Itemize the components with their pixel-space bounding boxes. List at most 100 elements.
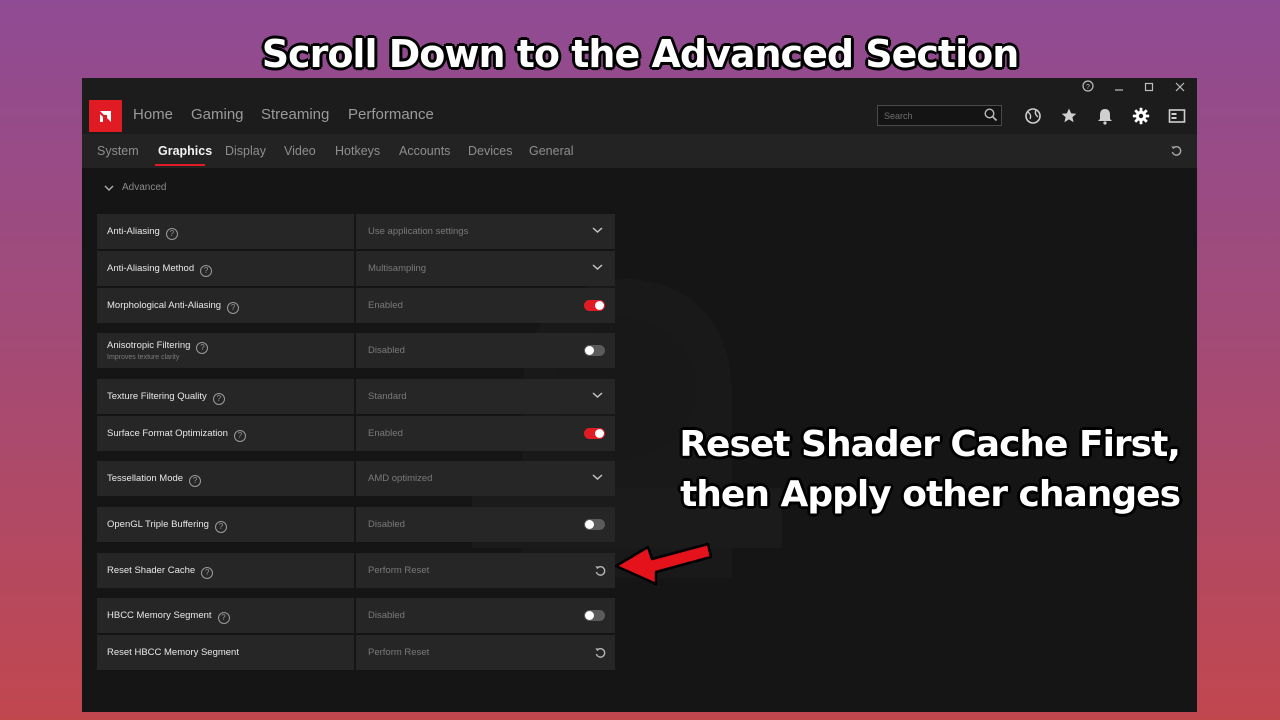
setting-row-reset-shader-cache: Reset Shader Cache? Perform Reset (97, 553, 615, 588)
setting-label: Tessellation Mode (107, 473, 184, 484)
settings-tabs: System Graphics Display Video Hotkeys Ac… (82, 134, 1197, 168)
nav-home[interactable]: Home (133, 106, 173, 123)
setting-label: Anti-Aliasing Method (107, 263, 195, 274)
setting-value: Multisampling (368, 263, 427, 274)
setting-value: Standard (368, 391, 407, 402)
texture-filtering-quality-dropdown[interactable]: Standard (356, 379, 615, 414)
close-icon[interactable] (1172, 80, 1188, 96)
caption-title: Scroll Down to the Advanced Section (261, 32, 1020, 76)
amd-software-window: ? Home Gaming Streaming Performance Sear… (82, 78, 1197, 712)
setting-label: Surface Format Optimization (107, 428, 228, 439)
setting-value: Disabled (368, 345, 405, 356)
star-icon[interactable] (1059, 106, 1079, 126)
question-icon[interactable]: ? (233, 430, 246, 442)
setting-label: Reset Shader Cache (107, 565, 196, 576)
search-box (877, 105, 1002, 126)
setting-row-anti-aliasing-method: Anti-Aliasing Method? Multisampling (97, 251, 615, 286)
setting-row-anti-aliasing: Anti-Aliasing? Use application settings (97, 214, 615, 249)
chevron-down-icon (592, 474, 603, 481)
chevron-down-icon (592, 227, 603, 234)
tab-devices[interactable]: Devices (468, 144, 512, 158)
sidebar-icon[interactable] (1167, 106, 1187, 126)
chevron-down-icon (592, 264, 603, 271)
setting-value: Perform Reset (368, 565, 430, 576)
setting-value: Use application settings (368, 226, 469, 237)
morphological-aa-toggle[interactable] (584, 300, 605, 311)
question-icon[interactable]: ? (196, 342, 209, 354)
setting-row-tessellation-mode: Tessellation Mode? AMD optimized (97, 461, 615, 496)
setting-row-hbcc-memory-segment: HBCC Memory Segment? Disabled (97, 598, 615, 633)
tab-accounts[interactable]: Accounts (399, 144, 450, 158)
nav-performance[interactable]: Performance (348, 106, 434, 123)
question-icon[interactable]: ? (201, 567, 214, 579)
help-icon[interactable]: ? (1080, 80, 1096, 96)
hbcc-memory-segment-toggle[interactable] (584, 610, 605, 621)
question-icon[interactable]: ? (189, 475, 202, 487)
svg-text:?: ? (1086, 84, 1090, 91)
setting-row-reset-hbcc-memory-segment: Reset HBCC Memory Segment Perform Reset (97, 635, 615, 670)
setting-value: Disabled (368, 610, 405, 621)
reset-shader-cache-button[interactable]: Perform Reset (356, 553, 615, 588)
tessellation-mode-dropdown[interactable]: AMD optimized (356, 461, 615, 496)
question-icon[interactable]: ? (227, 302, 240, 314)
reset-icon (595, 648, 606, 658)
setting-label: Anisotropic Filtering (107, 340, 191, 351)
setting-label: Texture Filtering Quality (107, 391, 207, 402)
tab-general[interactable]: General (529, 144, 573, 158)
setting-label: Anti-Aliasing (107, 226, 160, 237)
anti-aliasing-dropdown[interactable]: Use application settings (356, 214, 615, 249)
setting-label: HBCC Memory Segment (107, 610, 212, 621)
search-input[interactable] (884, 108, 979, 123)
surface-format-optimization-toggle[interactable] (584, 428, 605, 439)
annotation-arrow (614, 542, 712, 586)
setting-label: OpenGL Triple Buffering (107, 519, 209, 530)
setting-label: Morphological Anti-Aliasing (107, 300, 222, 311)
reset-icon[interactable] (1170, 144, 1183, 157)
question-icon[interactable]: ? (217, 612, 230, 624)
nav-gaming[interactable]: Gaming (191, 106, 244, 123)
gear-icon[interactable] (1131, 106, 1151, 126)
setting-row-surface-format-optimization: Surface Format Optimization? Enabled (97, 416, 615, 451)
setting-value: Disabled (368, 519, 405, 530)
tab-video[interactable]: Video (284, 144, 316, 158)
setting-description: Improves texture clarity (107, 354, 180, 361)
amd-logo[interactable] (89, 100, 122, 132)
maximize-icon[interactable] (1141, 80, 1157, 96)
setting-value: Enabled (368, 300, 403, 311)
tab-active-indicator (155, 164, 205, 166)
setting-row-opengl-triple-buffering: OpenGL Triple Buffering? Disabled (97, 507, 615, 542)
callout-line-2: then Apply other changes (680, 474, 1181, 515)
tab-graphics[interactable]: Graphics (158, 144, 212, 158)
annotation-callout: Reset Shader Cache First, then Apply oth… (650, 420, 1181, 520)
tab-system[interactable]: System (97, 144, 139, 158)
question-icon[interactable]: ? (165, 228, 178, 240)
window-titlebar: ? (82, 78, 1197, 98)
question-icon[interactable]: ? (212, 393, 225, 405)
question-icon[interactable]: ? (200, 265, 213, 277)
anti-aliasing-method-dropdown[interactable]: Multisampling (356, 251, 615, 286)
minimize-icon[interactable] (1111, 80, 1127, 96)
nav-streaming[interactable]: Streaming (261, 106, 329, 123)
section-title: Advanced (122, 182, 167, 193)
setting-value: Enabled (368, 428, 403, 439)
setting-row-morphological-anti-aliasing: Morphological Anti-Aliasing? Enabled (97, 288, 615, 323)
callout-line-1: Reset Shader Cache First, (679, 424, 1181, 465)
reset-hbcc-memory-segment-button[interactable]: Perform Reset (356, 635, 615, 670)
anisotropic-filtering-toggle[interactable] (584, 345, 605, 356)
reset-icon (595, 566, 606, 576)
globe-icon[interactable] (1023, 106, 1043, 126)
opengl-triple-buffering-toggle[interactable] (584, 519, 605, 530)
question-icon[interactable]: ? (214, 521, 227, 533)
setting-row-texture-filtering-quality: Texture Filtering Quality? Standard (97, 379, 615, 414)
tab-display[interactable]: Display (225, 144, 266, 158)
chevron-down-icon (592, 392, 603, 399)
tab-hotkeys[interactable]: Hotkeys (335, 144, 380, 158)
search-icon[interactable] (983, 107, 998, 122)
bell-icon[interactable] (1095, 106, 1115, 126)
advanced-section-toggle[interactable]: Advanced (104, 182, 166, 193)
setting-row-anisotropic-filtering: Anisotropic Filtering? Improves texture … (97, 333, 615, 368)
setting-value: Perform Reset (368, 647, 430, 658)
setting-value: AMD optimized (368, 473, 433, 484)
chevron-down-icon (104, 185, 114, 191)
top-navigation: Home Gaming Streaming Performance (82, 98, 1197, 150)
